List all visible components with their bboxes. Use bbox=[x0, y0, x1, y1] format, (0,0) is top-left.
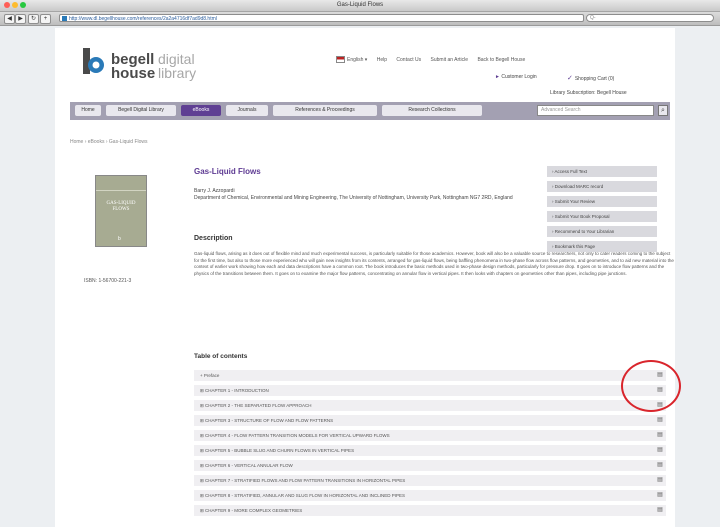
toc-row[interactable]: ⊞ CHAPTER 7 - STRATIFIED FLOWS AND FLOW … bbox=[194, 475, 666, 486]
tab-references[interactable]: References & Proceedings bbox=[273, 105, 377, 116]
begell-logo-mark-icon bbox=[83, 48, 104, 74]
site-favicon-icon bbox=[62, 16, 67, 21]
toc-row[interactable]: + Preface ▤ bbox=[194, 370, 666, 381]
book-description: Gas-liquid flows, arising as it does out… bbox=[194, 251, 674, 276]
top-links: English ▾ Help Contact Us Submit an Arti… bbox=[336, 56, 533, 63]
cover-title: GAS-LIQUID FLOWS bbox=[106, 201, 136, 212]
window-titlebar: Gas-Liquid Flows bbox=[0, 0, 720, 12]
add-bookmark-icon[interactable]: + bbox=[40, 14, 51, 24]
search-icon[interactable]: ⌕ bbox=[658, 105, 668, 116]
recommend-librarian-button[interactable]: › Recommend to Your Librarian bbox=[547, 226, 657, 237]
book-author[interactable]: Barry J. Azzopardi bbox=[194, 188, 235, 194]
tab-journals[interactable]: Journals bbox=[226, 105, 268, 116]
toc-heading: Table of contents bbox=[194, 353, 248, 360]
toc-row[interactable]: ⊞ CHAPTER 3 - STRUCTURE OF FLOW AND FLOW… bbox=[194, 415, 666, 426]
logo-word-library: library bbox=[158, 65, 197, 81]
book-title: Gas-Liquid Flows bbox=[194, 167, 261, 176]
access-full-text-button[interactable]: › Access Full Text bbox=[547, 166, 657, 177]
toc-row[interactable]: ⊞ CHAPTER 9 - MORE COMPLEX GEOMETRIES ▤ bbox=[194, 505, 666, 516]
library-subscription: Library Subscription: Begell House bbox=[550, 90, 627, 96]
toc-row[interactable]: ⊞ CHAPTER 5 - BUBBLE SLUG AND CHURN FLOW… bbox=[194, 445, 666, 456]
submit-article-link[interactable]: Submit an Article bbox=[431, 57, 469, 63]
tab-home[interactable]: Home bbox=[75, 105, 101, 116]
submit-proposal-button[interactable]: › Submit Your Book Proposal bbox=[547, 211, 657, 222]
web-page: begell house digital library English ▾ H… bbox=[55, 28, 681, 527]
submit-review-button[interactable]: › Submit Your Review bbox=[547, 196, 657, 207]
browser-search-input[interactable]: Q- bbox=[586, 14, 714, 22]
toc-row[interactable]: ⊞ CHAPTER 1 - INTRODUCTION ▤ bbox=[194, 385, 666, 396]
address-text: http://www.dl.begellhouse.com/references… bbox=[69, 16, 217, 22]
breadcrumb[interactable]: Home › eBooks › Gas-Liquid Flows bbox=[70, 139, 148, 145]
shopping-cart-link[interactable]: ✓ Shopping Cart (0) bbox=[567, 74, 614, 82]
customer-login-link[interactable]: ► Customer Login bbox=[495, 74, 537, 80]
language-selector[interactable]: English ▾ bbox=[336, 56, 367, 63]
cover-band bbox=[96, 190, 146, 191]
address-bar[interactable]: http://www.dl.begellhouse.com/references… bbox=[59, 14, 584, 22]
highlight-circle-annotation bbox=[621, 360, 681, 412]
pdf-icon[interactable]: ▤ bbox=[656, 491, 664, 500]
site-search-input[interactable]: Advanced Search bbox=[537, 105, 654, 116]
forward-button[interactable]: ▶ bbox=[15, 14, 26, 24]
reload-icon[interactable]: ↻ bbox=[28, 14, 39, 24]
author-affiliation: Department of Chemical, Environmental an… bbox=[194, 195, 513, 201]
description-heading: Description bbox=[194, 235, 233, 242]
book-cover[interactable]: GAS-LIQUID FLOWS b bbox=[95, 175, 147, 247]
tab-research-collections[interactable]: Research Collections bbox=[382, 105, 482, 116]
toc-row[interactable]: ⊞ CHAPTER 6 - VERTICAL ANNULAR FLOW ▤ bbox=[194, 460, 666, 471]
pdf-icon[interactable]: ▤ bbox=[656, 431, 664, 440]
toc-row[interactable]: ⊞ CHAPTER 8 - STRATIFIED, ANNULAR AND SL… bbox=[194, 490, 666, 501]
logo-word-house: house bbox=[111, 65, 156, 82]
pdf-icon[interactable]: ▤ bbox=[656, 446, 664, 455]
pdf-icon[interactable]: ▤ bbox=[656, 506, 664, 515]
tab-ebooks[interactable]: eBooks bbox=[181, 105, 221, 116]
pdf-icon[interactable]: ▤ bbox=[656, 476, 664, 485]
pdf-icon[interactable]: ▤ bbox=[656, 416, 664, 425]
browser-toolbar: ◀ ▶ ↻ + http://www.dl.begellhouse.com/re… bbox=[0, 12, 720, 26]
us-flag-icon bbox=[336, 56, 345, 63]
help-link[interactable]: Help bbox=[377, 57, 387, 63]
bookmark-page-button[interactable]: › Bookmark this Page bbox=[547, 241, 657, 252]
toc-row[interactable]: ⊞ CHAPTER 2 - THE SEPARATED FLOW APPROAC… bbox=[194, 400, 666, 411]
table-of-contents: + Preface ▤ ⊞ CHAPTER 1 - INTRODUCTION ▤ ⊞… bbox=[194, 370, 666, 520]
pdf-icon[interactable]: ▤ bbox=[656, 461, 664, 470]
back-button[interactable]: ◀ bbox=[4, 14, 15, 24]
main-nav: Home Begell Digital Library eBooks Journ… bbox=[70, 102, 670, 120]
checkmark-icon: ✓ bbox=[567, 75, 575, 82]
cover-logo: b bbox=[118, 236, 121, 242]
tab-digital-library[interactable]: Begell Digital Library bbox=[106, 105, 176, 116]
isbn: ISBN: 1-56700-221-3 bbox=[84, 278, 132, 284]
back-to-begell-link[interactable]: Back to Begell House bbox=[477, 57, 525, 63]
window-title: Gas-Liquid Flows bbox=[336, 2, 384, 8]
download-marc-button[interactable]: › Download MARC record bbox=[547, 181, 657, 192]
contact-us-link[interactable]: Contact Us bbox=[396, 57, 421, 63]
book-actions: › Access Full Text › Download MARC recor… bbox=[547, 166, 657, 256]
toc-row[interactable]: ⊞ CHAPTER 4 - FLOW PATTERN TRANSITION MO… bbox=[194, 430, 666, 441]
